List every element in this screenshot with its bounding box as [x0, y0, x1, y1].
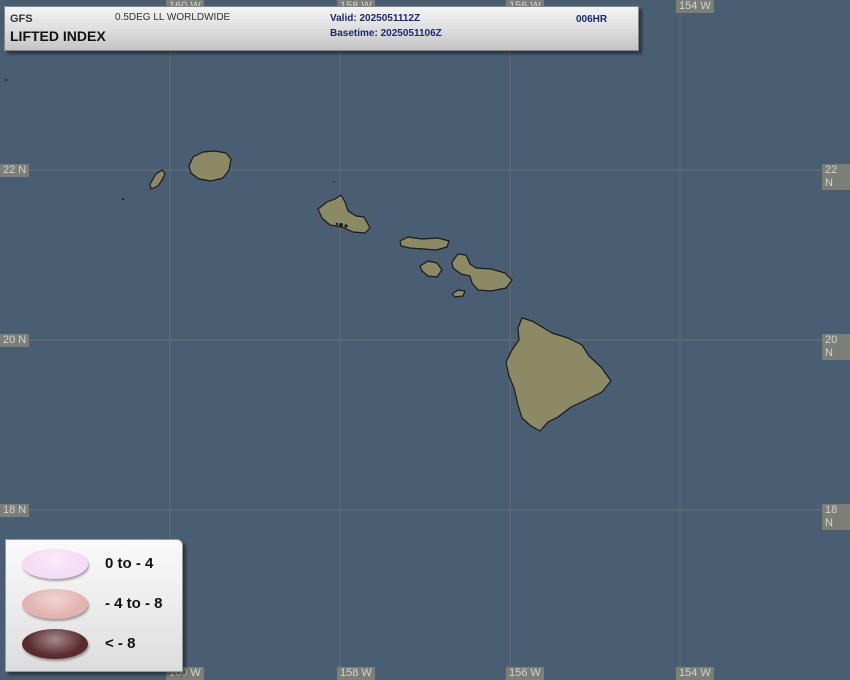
- legend-swatch: [22, 629, 88, 659]
- base-time: Basetime: 2025051106Z: [330, 28, 442, 39]
- legend-label: 0 to - 4: [105, 555, 154, 572]
- model-name: GFS: [10, 13, 33, 25]
- lat-label-22n-left: 22 N: [0, 164, 30, 177]
- grid-description: 0.5DEG LL WORLDWIDE: [115, 12, 231, 23]
- legend-swatch: [22, 549, 88, 579]
- lat-label-18n-right: 18 N: [822, 504, 850, 530]
- valid-time: Valid: 2025051112Z: [330, 13, 421, 24]
- lon-label-158w-bottom: 158 W: [337, 667, 375, 680]
- islet-north-oahu: [333, 181, 335, 183]
- legend-item: 0 to - 4: [22, 549, 177, 579]
- legend-swatch: [22, 589, 88, 619]
- legend-label: < - 8: [105, 635, 136, 652]
- lat-label-18n-left: 18 N: [0, 504, 30, 517]
- island-kauai: [188, 150, 232, 182]
- islet-kaula: [122, 198, 124, 200]
- legend-item: < - 8: [22, 629, 177, 659]
- forecast-hour: 006HR: [576, 14, 608, 25]
- lat-label-20n-left: 20 N: [0, 334, 30, 347]
- lon-label-154w-bottom: 154 W: [676, 667, 714, 680]
- product-header: GFS LIFTED INDEX 0.5DEG LL WORLDWIDE Val…: [4, 6, 639, 51]
- lat-label-20n-right: 20 N: [822, 334, 850, 360]
- product-title: LIFTED INDEX: [10, 28, 106, 44]
- islet-lehua: [5, 79, 7, 81]
- legend-item: - 4 to - 8: [22, 589, 177, 619]
- legend: 0 to - 4 - 4 to - 8 < - 8: [5, 539, 183, 672]
- lon-label-154w-top: 154 W: [676, 0, 714, 13]
- lon-label-156w-bottom: 156 W: [506, 667, 544, 680]
- legend-label: - 4 to - 8: [105, 595, 163, 612]
- lat-label-22n-right: 22 N: [822, 164, 850, 190]
